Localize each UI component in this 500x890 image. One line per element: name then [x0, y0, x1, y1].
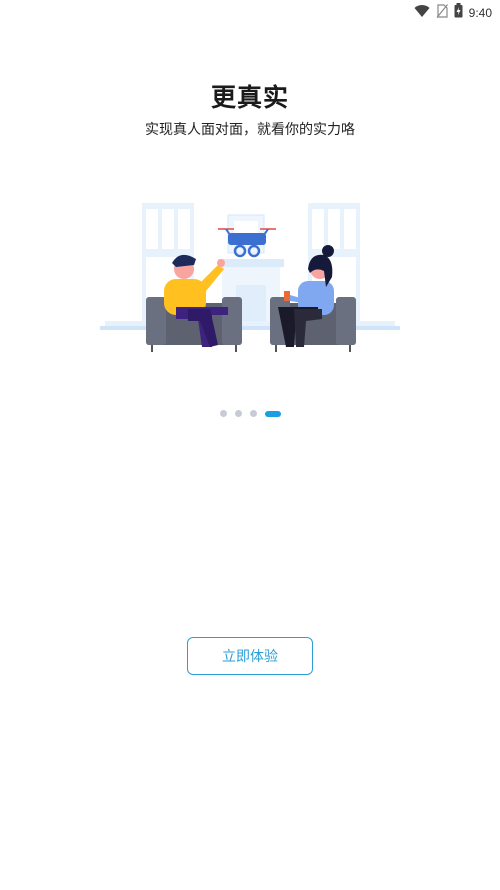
try-now-button[interactable]: 立即体验	[187, 637, 313, 675]
status-bar: 9:40	[0, 0, 500, 22]
page-dot-active[interactable]	[264, 410, 281, 417]
page-dot[interactable]	[234, 410, 242, 417]
no-sim-icon	[436, 3, 448, 22]
page-dot[interactable]	[219, 410, 227, 417]
battery-charging-icon	[454, 3, 463, 22]
onboarding-illustration	[100, 195, 400, 360]
onboarding-title: 更真实	[210, 83, 289, 112]
page-dot[interactable]	[249, 410, 257, 417]
video-chat-illustration	[100, 203, 400, 352]
status-icons: 9:40	[414, 3, 492, 22]
status-time: 9:40	[468, 5, 492, 20]
page-indicator	[0, 410, 500, 417]
onboarding-subtitle: 实现真人面对面，就看你的实力咯	[145, 122, 355, 138]
wifi-icon	[414, 3, 430, 22]
